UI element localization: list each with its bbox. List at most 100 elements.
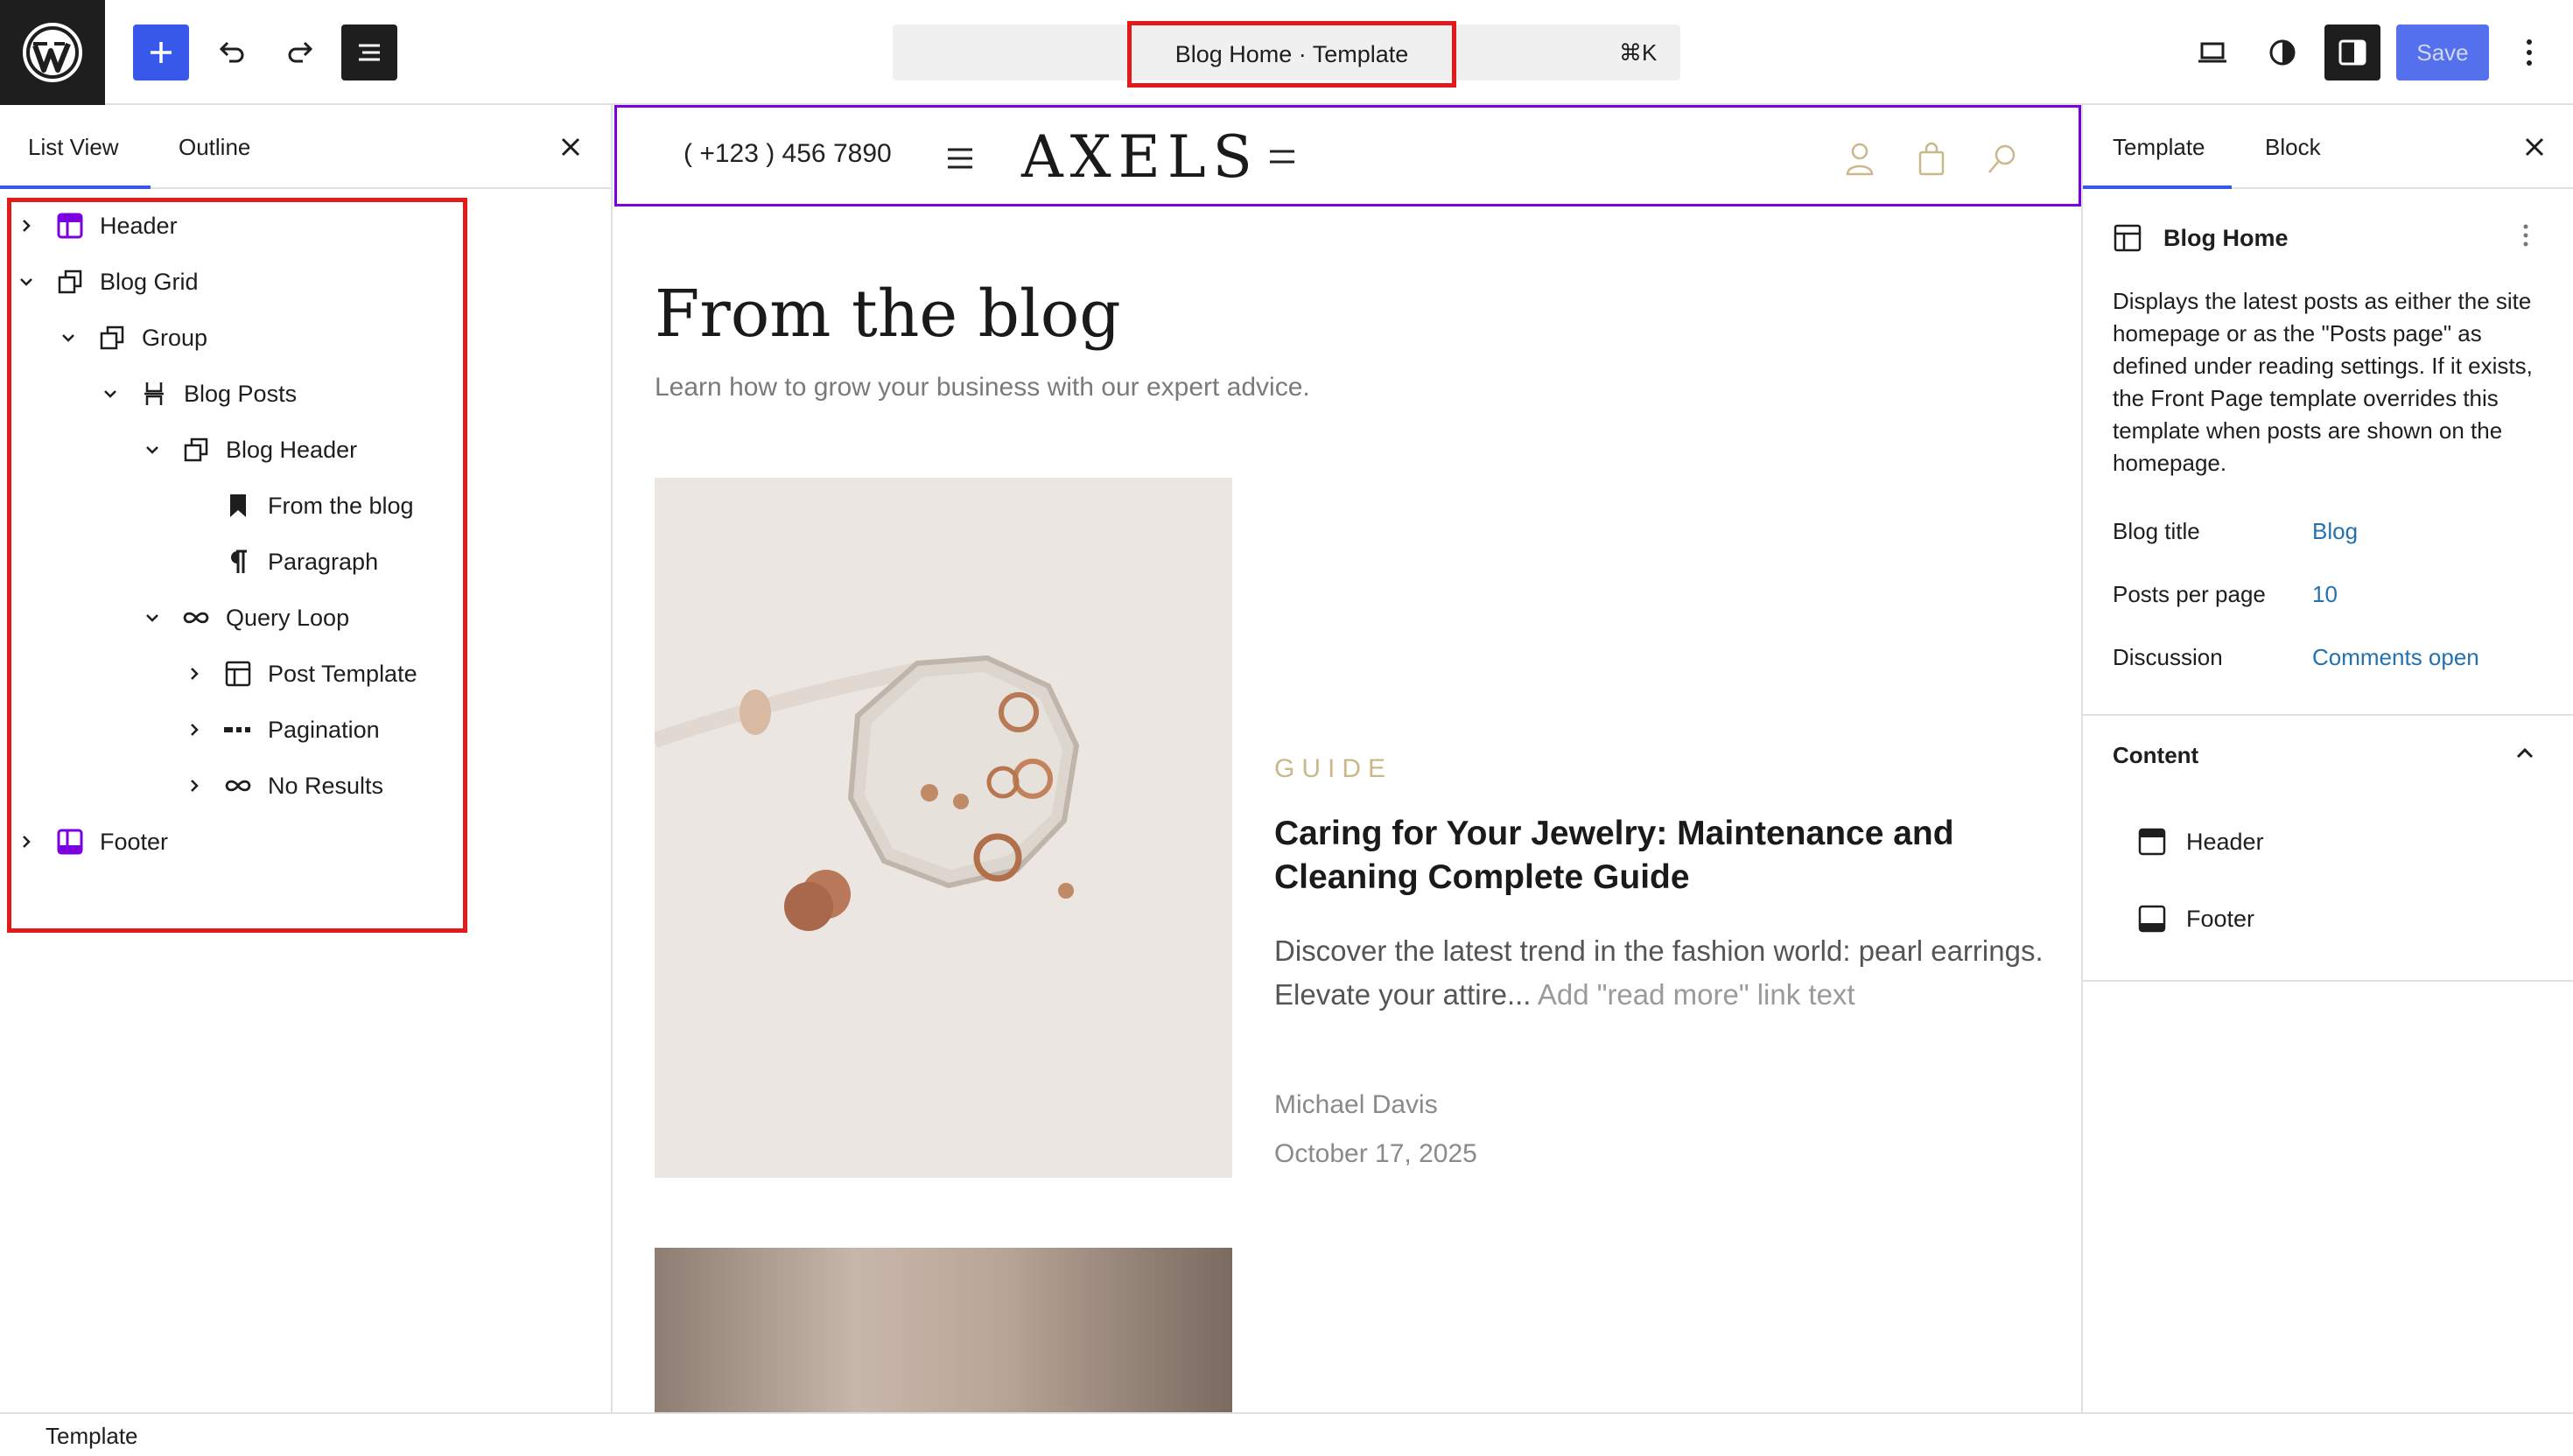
menu-icon[interactable] bbox=[944, 143, 976, 174]
site-logo[interactable]: AXELS bbox=[1021, 123, 1259, 191]
editor-toolbar: Blog Home · Template ⌘K Save bbox=[0, 0, 2573, 105]
read-more-link[interactable]: Add "read more" link text bbox=[1538, 978, 1855, 1011]
document-title[interactable]: Blog Home · Template bbox=[1127, 21, 1456, 88]
paragraph-icon bbox=[221, 544, 256, 579]
content-item-header[interactable]: Header bbox=[2137, 822, 2264, 861]
content-item-label: Header bbox=[2186, 828, 2264, 855]
list-item-pagination[interactable]: Pagination bbox=[180, 702, 380, 758]
account-icon[interactable] bbox=[1840, 139, 1879, 178]
blog-subtitle[interactable]: Learn how to grow your business with our… bbox=[655, 373, 1310, 402]
post-excerpt[interactable]: Discover the latest trend in the fashion… bbox=[1274, 929, 2044, 1017]
group-icon bbox=[179, 432, 214, 467]
list-item-post-template[interactable]: Post Template bbox=[180, 646, 417, 702]
undo-icon bbox=[219, 41, 244, 63]
options-menu-button[interactable] bbox=[2503, 24, 2555, 80]
close-icon bbox=[561, 137, 580, 157]
chevron-up-icon bbox=[2516, 747, 2534, 759]
post-author[interactable]: Michael Davis bbox=[1274, 1090, 1438, 1120]
settings-button[interactable] bbox=[2324, 24, 2380, 80]
group-icon bbox=[95, 320, 130, 355]
redo-button[interactable] bbox=[273, 24, 329, 80]
tab-list-view[interactable]: List View bbox=[28, 105, 119, 189]
list-item-blog-header[interactable]: Blog Header bbox=[138, 422, 357, 478]
content-panel-heading[interactable]: Content bbox=[2113, 742, 2198, 769]
phone-number: ( +123 ) 456 7890 bbox=[684, 139, 892, 168]
chevron-down-icon[interactable] bbox=[54, 324, 82, 352]
list-item-label: Footer bbox=[100, 828, 169, 855]
list-item-query-loop[interactable]: Query Loop bbox=[138, 590, 349, 646]
list-item-from-the-blog[interactable]: From the blog bbox=[180, 478, 414, 534]
template-part-header-icon bbox=[53, 208, 88, 243]
chevron-right-icon[interactable] bbox=[12, 212, 40, 240]
divider bbox=[2083, 714, 2573, 716]
styles-button[interactable] bbox=[2254, 24, 2310, 80]
breadcrumb-template[interactable]: Template bbox=[46, 1423, 138, 1450]
stack-icon bbox=[137, 376, 172, 411]
list-item-group[interactable]: Group bbox=[54, 310, 207, 366]
post-title[interactable]: Caring for Your Jewelry: Maintenance and… bbox=[1274, 812, 2027, 900]
list-item-label: Blog Header bbox=[226, 436, 358, 463]
close-list-view-button[interactable] bbox=[543, 105, 599, 189]
list-item-label: Paragraph bbox=[268, 548, 379, 575]
active-tab-indicator bbox=[0, 186, 151, 189]
chevron-down-icon[interactable] bbox=[12, 268, 40, 296]
layout-icon bbox=[2113, 223, 2142, 253]
prop-blog-title-value[interactable]: Blog bbox=[2312, 518, 2358, 545]
more-vertical-icon bbox=[2523, 224, 2528, 247]
list-item-label: Query Loop bbox=[226, 604, 350, 631]
list-view-icon bbox=[359, 44, 380, 61]
list-item-no-results[interactable]: No Results bbox=[180, 758, 383, 814]
search-icon[interactable] bbox=[1984, 139, 2023, 178]
list-view-tabs: List View Outline bbox=[0, 105, 611, 189]
prop-posts-per-page-label: Posts per page bbox=[2113, 581, 2266, 607]
divider bbox=[2083, 980, 2573, 982]
content-item-footer[interactable]: Footer bbox=[2137, 900, 2254, 938]
blog-heading[interactable]: From the blog bbox=[655, 276, 1121, 352]
add-block-button[interactable] bbox=[133, 24, 189, 80]
chevron-down-icon[interactable] bbox=[138, 604, 166, 632]
post-featured-image-2[interactable] bbox=[655, 1248, 1232, 1412]
collapse-content-button[interactable] bbox=[2512, 740, 2538, 771]
list-item-label: Group bbox=[142, 324, 208, 351]
site-header-block[interactable]: ( +123 ) 456 7890 AXELS bbox=[614, 105, 2081, 206]
list-item-paragraph[interactable]: Paragraph bbox=[180, 534, 378, 590]
chevron-down-icon[interactable] bbox=[138, 436, 166, 464]
post-category[interactable]: GUIDE bbox=[1274, 754, 1392, 784]
list-item-header[interactable]: Header bbox=[12, 198, 178, 254]
desktop-icon bbox=[2198, 42, 2226, 63]
prop-posts-per-page-value[interactable]: 10 bbox=[2312, 581, 2338, 608]
editor-canvas[interactable]: ( +123 ) 456 7890 AXELS From the blog Le… bbox=[614, 105, 2081, 1412]
wordpress-logo-button[interactable] bbox=[0, 0, 105, 105]
list-item-label: Post Template bbox=[268, 660, 417, 687]
contrast-icon bbox=[2269, 39, 2296, 66]
chevron-right-icon[interactable] bbox=[12, 828, 40, 856]
undo-button[interactable] bbox=[203, 24, 259, 80]
view-button[interactable] bbox=[2184, 24, 2240, 80]
post-date[interactable]: October 17, 2025 bbox=[1274, 1139, 1477, 1169]
save-button[interactable]: Save bbox=[2396, 24, 2489, 80]
chevron-right-icon[interactable] bbox=[180, 716, 208, 744]
wordpress-logo-icon bbox=[23, 23, 82, 82]
template-part-header-icon bbox=[2137, 827, 2167, 857]
document-overview-button[interactable] bbox=[341, 24, 397, 80]
prop-discussion-value[interactable]: Comments open bbox=[2312, 644, 2479, 671]
menu-icon[interactable] bbox=[1266, 143, 1298, 174]
list-item-blog-posts[interactable]: Blog Posts bbox=[96, 366, 297, 422]
tab-block[interactable]: Block bbox=[2265, 105, 2321, 189]
post-featured-image[interactable] bbox=[655, 478, 1232, 1178]
chevron-right-icon[interactable] bbox=[180, 772, 208, 800]
content-item-label: Footer bbox=[2186, 905, 2255, 932]
chevron-right-icon[interactable] bbox=[180, 660, 208, 688]
list-item-label: Blog Posts bbox=[184, 380, 298, 407]
list-item-blog-grid[interactable]: Blog Grid bbox=[12, 254, 199, 310]
chevron-down-icon[interactable] bbox=[96, 380, 124, 408]
tab-outline[interactable]: Outline bbox=[179, 105, 250, 189]
tab-template[interactable]: Template bbox=[2113, 105, 2205, 189]
block-breadcrumb-bar: Template bbox=[0, 1412, 2573, 1456]
loop-icon bbox=[179, 600, 214, 635]
shopping-bag-icon[interactable] bbox=[1912, 139, 1951, 178]
template-actions-button[interactable] bbox=[2520, 220, 2531, 256]
list-item-footer[interactable]: Footer bbox=[12, 814, 168, 870]
close-settings-button[interactable] bbox=[2506, 105, 2562, 189]
template-heading: Blog Home bbox=[2113, 219, 2289, 257]
